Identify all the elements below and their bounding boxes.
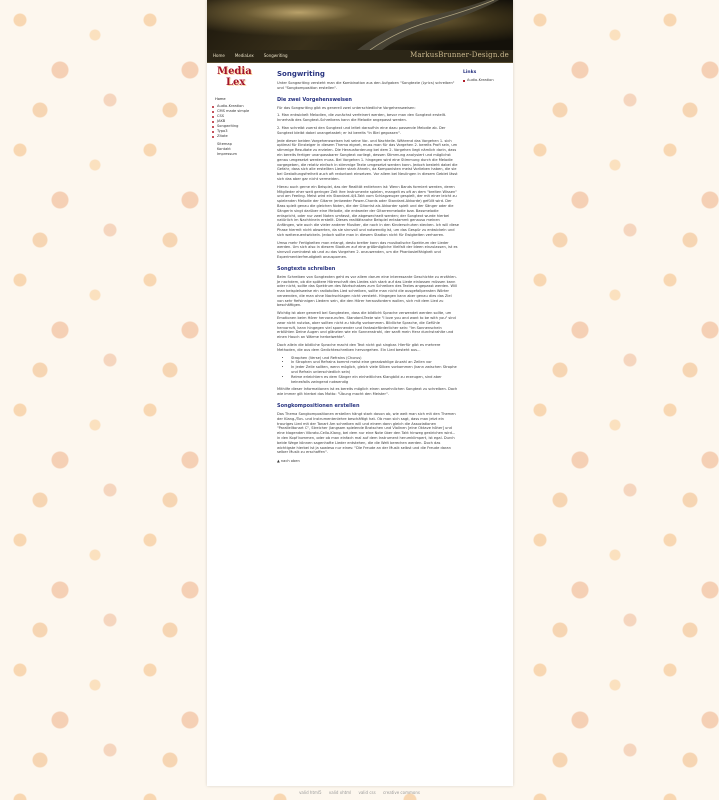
right-link-audio-kreation[interactable]: Audio-Kreation	[461, 78, 511, 82]
footer-link[interactable]: creative commons	[383, 790, 420, 795]
logo-line2: Lex	[226, 77, 246, 88]
nav-songwriting[interactable]: Songwriting	[258, 50, 292, 58]
intro-paragraph: Unter Songwriting versteht man die Kombi…	[277, 81, 455, 90]
footer: valid html5 valid xhtml valid css creati…	[0, 790, 719, 795]
road-image	[357, 0, 499, 50]
paragraph: Doch allein die bildliche Sprache macht …	[277, 343, 441, 352]
paragraph: Umso mehr Fertigkeiten man erlangt, dest…	[277, 240, 458, 259]
song-structure-list: Strophen (Verse) und Refrains (Chorus) I…	[277, 356, 459, 385]
page-title: Songwriting	[277, 70, 325, 78]
medialex-logo[interactable]: Media Lex	[213, 66, 261, 94]
back-to-top-label: nach oben	[280, 459, 300, 464]
sidebar-impressum-link[interactable]: Impressum	[217, 152, 269, 157]
nav-home[interactable]: Home	[207, 50, 229, 58]
list-item: Reime erleichtern es dem Sänger ein einh…	[291, 375, 459, 385]
paragraph: 2. Man schreibt zuerst den Songtext und …	[277, 125, 446, 135]
section-heading-vorgehensweisen: Die zwei Vorgehensweisen	[277, 96, 352, 103]
paragraph: Das Thema Songkompositionen erstellen hä…	[277, 412, 456, 455]
footer-link[interactable]: valid xhtml	[329, 790, 351, 795]
paragraph: 1. Man entwickelt Melodien, die zunächst…	[277, 113, 447, 123]
links-heading: Links	[463, 70, 477, 75]
left-sidebar: Media Lex Home Audio-Kreation CMS made s…	[211, 66, 269, 157]
nav-medialex[interactable]: MediaLex	[229, 50, 258, 58]
logo-line1: Media	[217, 66, 252, 77]
header-banner	[207, 0, 513, 50]
brand-text: MarkusBrunner-Design.de	[410, 51, 509, 59]
footer-link[interactable]: valid css	[358, 790, 375, 795]
footer-link[interactable]: valid html5	[299, 790, 322, 795]
paragraph: Beim Schreiben von Songtexten geht es vo…	[277, 274, 458, 308]
sidebar-item-zitate[interactable]: Zitate	[211, 134, 269, 139]
paragraph: Mithilfe dieser Informationen ist es ber…	[277, 387, 458, 397]
back-to-top-link[interactable]: ▲ nach oben	[277, 459, 459, 463]
paragraph: Hierzu auch gerne ein Beispiel, das der …	[277, 184, 459, 237]
section-heading-songkompositionen: Songkompositionen erstellen	[277, 403, 360, 410]
paragraph: Für das Songwriting gibt es generell zwe…	[277, 105, 416, 110]
sidebar-menu: Audio-Kreation CMS made simple CSS JAKB …	[211, 104, 269, 139]
list-item: In jeder Zeile sollten, wenn möglich, gl…	[291, 365, 459, 375]
main-content: Songwriting Unter Songwriting versteht m…	[277, 70, 459, 463]
right-sidebar: Links Audio-Kreation	[461, 70, 511, 82]
sidebar-home-link[interactable]: Home	[215, 97, 269, 101]
page: Home MediaLex Songwriting MarkusBrunner-…	[207, 0, 513, 786]
paragraph: Jede dieser beiden Vorgehensweisen hat s…	[277, 138, 458, 181]
paragraph: Wichtig ist aber generell bei Songtexten…	[277, 311, 456, 340]
section-heading-songtexte: Songtexte schreiben	[277, 265, 336, 272]
